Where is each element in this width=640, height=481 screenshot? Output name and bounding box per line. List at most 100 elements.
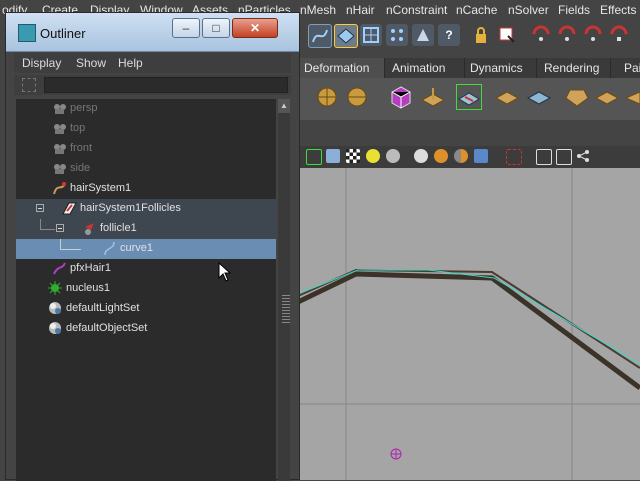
tab-rendering[interactable]: Rendering [538,58,611,78]
select-polygon-icon[interactable] [334,24,358,48]
outliner-item-front[interactable]: front [16,139,276,159]
set-icon [48,321,63,336]
tab-paint[interactable]: Pai [618,58,640,78]
material-sphere-icon[interactable] [434,149,448,163]
outliner-item-label: defaultLightSet [66,302,140,314]
outliner-item-defaultobjectset[interactable]: defaultObjectSet [16,319,276,339]
emitter-icon[interactable] [314,84,340,110]
half-sphere-icon[interactable] [454,149,468,163]
curve-icon [102,241,117,256]
tab-animation[interactable]: Animation [386,58,465,78]
render-sphere-icon[interactable] [414,149,428,163]
camera-icon [52,121,67,136]
outliner-filter-bar [14,75,291,95]
viewport-canvas [298,168,640,480]
particle-sphere-icon[interactable] [344,84,370,110]
outliner-item-persp[interactable]: persp [16,99,276,119]
checker-icon[interactable] [346,149,360,163]
outliner-item-label: follicle1 [100,222,137,234]
outliner-item-top[interactable]: top [16,119,276,139]
maximize-button[interactable]: □ [202,18,230,38]
select-points-icon[interactable] [386,24,408,46]
minimize-button[interactable]: – [172,18,200,38]
close-button[interactable]: ✕ [232,18,278,38]
outliner-menubar: Display Show Help [14,53,291,73]
highlight-select-icon[interactable] [496,24,518,46]
snap-curve-icon[interactable] [556,24,578,46]
texture-icon[interactable] [474,149,488,163]
layout-icon[interactable] [556,149,572,165]
menu-fields[interactable]: Fields [558,3,590,17]
resize-grip[interactable] [282,295,290,325]
camera-icon [52,141,67,156]
menu-show[interactable]: Show [76,56,106,70]
hair-plane-icon[interactable] [420,84,446,110]
hair-follicle-icon[interactable] [494,84,520,110]
tab-deformation[interactable]: Deformation [298,58,385,78]
lock-icon[interactable] [470,24,492,46]
tab-dynamics[interactable]: Dynamics [464,58,537,78]
outliner-item-follicle1[interactable]: follicle1 [16,219,276,239]
menu-ncache[interactable]: nCache [456,3,497,17]
xray-icon[interactable] [536,149,552,165]
outliner-item-hairsystem1[interactable]: hairSystem1 [16,179,276,199]
shaded-sphere-icon[interactable] [386,149,400,163]
outliner-titlebar[interactable]: Outliner – □ ✕ [6,13,299,52]
hair-active-icon[interactable] [456,84,482,110]
outliner-item-curve1[interactable]: curve1 [16,239,276,259]
menu-nhair[interactable]: nHair [346,3,375,17]
outliner-item-nucleus1[interactable]: nucleus1 [16,279,276,299]
filter-icon[interactable] [22,78,36,92]
outliner-scrollbar[interactable]: ▲ [278,99,290,481]
viewport[interactable] [298,168,640,480]
hair-extra-icon[interactable] [624,84,640,110]
outliner-item-label: pfxHair1 [70,262,111,274]
outliner-item-side[interactable]: side [16,159,276,179]
nucleus-icon [48,281,63,296]
collapse-icon[interactable] [36,204,44,212]
scroll-up-icon[interactable]: ▲ [278,99,290,113]
menu-effects[interactable]: Effects [600,3,636,17]
light-icon[interactable] [366,149,380,163]
outliner-window[interactable]: Outliner – □ ✕ Display Show Help persp to… [5,12,300,481]
outliner-item-label: side [70,162,91,174]
curve-tool-icon[interactable] [308,24,332,48]
hair-system-icon [52,181,67,196]
collapse-icon[interactable] [56,224,64,232]
outliner-search-input[interactable] [44,77,288,93]
panel-strip [298,120,640,146]
mouse-cursor-icon [218,262,232,282]
hair-paint-icon[interactable] [526,84,552,110]
snap-grid-icon[interactable] [530,24,552,46]
frame-all-icon[interactable] [306,149,322,165]
set-icon [48,301,63,316]
shelf-tabs: Deformation Animation Dynamics Rendering… [298,58,640,78]
select-mesh-icon[interactable] [360,24,382,46]
outliner-item-label: hairSystem1Follicles [80,202,181,214]
outliner-item-hairsystem1follicles[interactable]: hairSystem1Follicles [16,199,276,219]
outliner-app-icon [18,24,36,42]
menu-nmesh[interactable]: nMesh [300,3,336,17]
snap-point-icon[interactable] [582,24,604,46]
ncloth-cube-icon[interactable] [388,84,414,110]
menu-nsolver[interactable]: nSolver [508,3,549,17]
menu-display[interactable]: Display [22,56,61,70]
menu-nconstraint[interactable]: nConstraint [386,3,447,17]
outliner-item-pfxhair1[interactable]: pfxHair1 [16,259,276,279]
hair-shape-icon[interactable] [564,84,590,110]
outliner-item-label: hairSystem1 [70,182,132,194]
hair-strand [298,268,640,369]
isolate-icon[interactable] [506,149,522,165]
menu-help[interactable]: Help [118,56,143,70]
outliner-item-label: front [70,142,93,154]
select-misc-icon[interactable] [412,24,434,46]
outliner-item-defaultlightset[interactable]: defaultLightSet [16,299,276,319]
help-icon[interactable]: ? [438,24,460,46]
camera-icon [52,101,67,116]
hair-cut-icon[interactable] [594,84,620,110]
wireframe-icon[interactable] [326,149,340,163]
share-icon[interactable] [576,149,590,163]
snap-view-icon[interactable] [608,24,630,46]
outliner-item-label: nucleus1 [66,282,111,294]
outliner-tree[interactable]: persp top front side hairSystem1 hairSystem1F… [16,99,276,481]
